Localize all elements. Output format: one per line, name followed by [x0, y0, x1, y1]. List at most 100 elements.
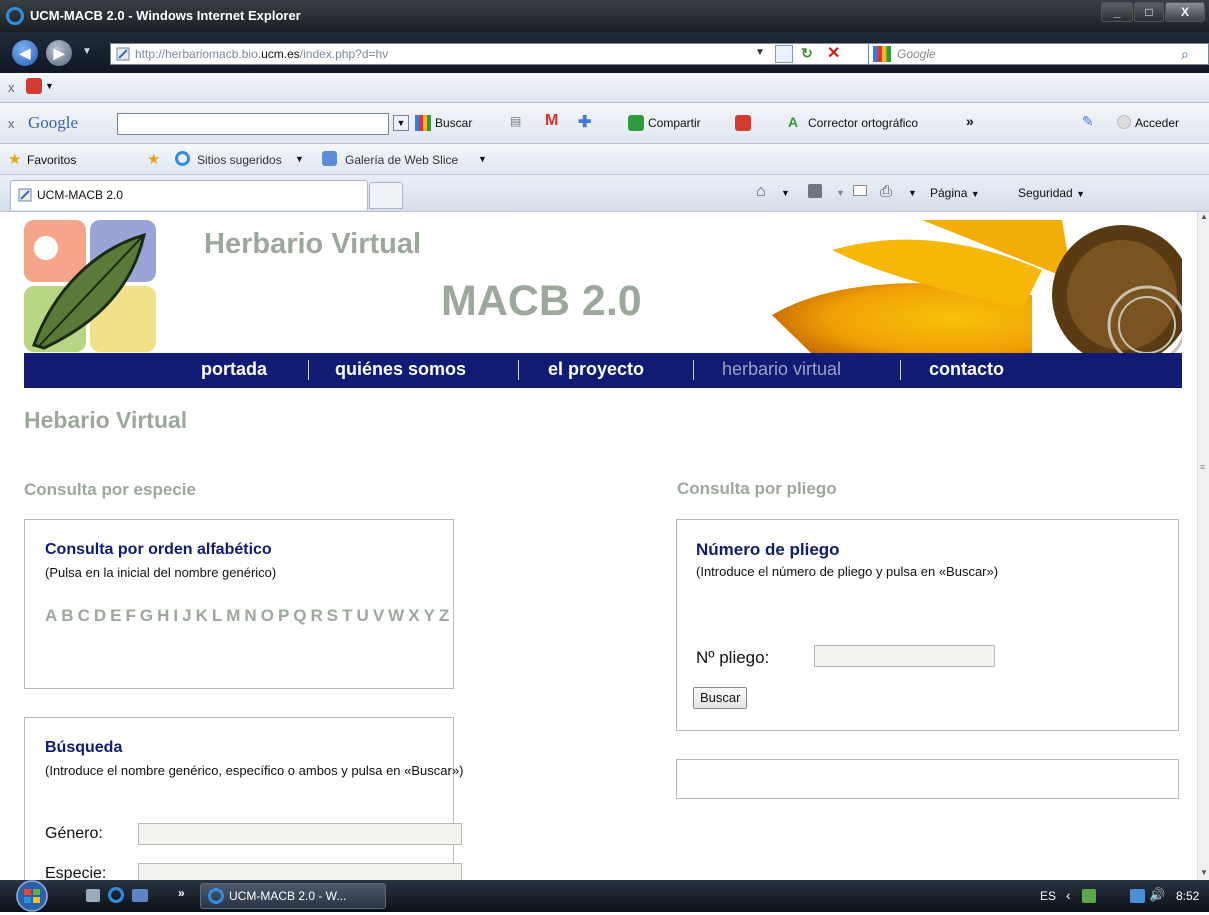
gmail-icon[interactable]: M	[545, 112, 558, 130]
translate-icon[interactable]	[735, 115, 751, 131]
genero-input[interactable]	[138, 823, 462, 845]
start-button[interactable]	[6, 880, 58, 912]
web-slice-icon	[322, 151, 337, 166]
scroll-down-icon[interactable]: ▼	[1200, 868, 1208, 877]
tray-expand-icon[interactable]: ‹	[1066, 887, 1071, 903]
letter-link[interactable]: L	[212, 606, 222, 626]
letter-link[interactable]: Z	[439, 606, 449, 626]
buscar-button[interactable]: Buscar	[693, 687, 748, 709]
print-icon[interactable]: ⎙	[880, 183, 892, 200]
maximize-button[interactable]: □	[1134, 2, 1164, 22]
letter-link[interactable]: H	[157, 606, 169, 626]
search-box[interactable]: Google ⌕	[868, 43, 1209, 65]
minimize-button[interactable]: _	[1101, 2, 1133, 22]
letter-link[interactable]: D	[94, 606, 106, 626]
sitios-sugeridos-link[interactable]: Sitios sugeridos	[197, 153, 282, 167]
scroll-up-icon[interactable]: ▲	[1200, 212, 1208, 221]
letter-link[interactable]: C	[78, 606, 90, 626]
quicklaunch-more-button[interactable]: »	[178, 886, 185, 900]
pagina-menu[interactable]: Página ▼	[930, 186, 980, 200]
plus-icon[interactable]: ✚	[578, 112, 591, 132]
letter-link[interactable]: J	[182, 606, 191, 626]
nav-el-proyecto[interactable]: el proyecto	[548, 359, 644, 380]
forward-button[interactable]: ▶	[46, 40, 72, 66]
clock[interactable]: 8:52	[1176, 889, 1199, 903]
letter-link[interactable]: Y	[424, 606, 435, 626]
close-toolbar-icon[interactable]: x	[8, 80, 15, 95]
tab-active[interactable]: UCM-MACB 2.0	[10, 180, 368, 210]
title-bar: UCM-MACB 2.0 - Windows Internet Explorer…	[0, 0, 1209, 32]
galeria-dropdown-icon[interactable]: ▼	[478, 154, 487, 164]
volume-icon[interactable]: 🔊	[1149, 887, 1165, 903]
google-search-input[interactable]	[117, 113, 389, 135]
nav-separator	[693, 360, 694, 380]
more-tools-button[interactable]: »	[966, 113, 974, 129]
acceder-button[interactable]: Acceder	[1135, 116, 1179, 130]
url-dropdown-icon[interactable]: ▼	[755, 47, 765, 58]
tray-app-icon[interactable]	[1082, 889, 1096, 903]
letter-link[interactable]: T	[342, 606, 352, 626]
letter-link[interactable]: X	[408, 606, 419, 626]
compartir-button[interactable]: Compartir	[648, 116, 701, 130]
galeria-link[interactable]: Galería de Web Slice	[345, 153, 458, 167]
wrench-icon[interactable]: ✎	[1082, 113, 1094, 130]
home-icon[interactable]: ⌂	[756, 183, 766, 201]
letter-link[interactable]: N	[244, 606, 256, 626]
nav-herbario-virtual[interactable]: herbario virtual	[722, 359, 841, 380]
news-icon[interactable]: ▤	[510, 114, 521, 128]
ie-quicklaunch-icon[interactable]	[108, 887, 124, 903]
letter-link[interactable]: K	[196, 606, 208, 626]
letter-link[interactable]: M	[226, 606, 240, 626]
addon-dropdown-icon[interactable]: ▼	[45, 81, 54, 91]
show-desktop-icon[interactable]	[86, 889, 100, 902]
page-icon	[116, 47, 130, 61]
letter-link[interactable]: S	[327, 606, 338, 626]
back-button[interactable]: ◀	[12, 40, 38, 66]
letter-link[interactable]: R	[311, 606, 323, 626]
sitios-dropdown-icon[interactable]: ▼	[295, 154, 304, 164]
letter-link[interactable]: G	[140, 606, 153, 626]
favoritos-button[interactable]: Favoritos	[27, 153, 76, 167]
corrector-button[interactable]: Corrector ortográfico	[808, 116, 918, 130]
nav-contacto[interactable]: contacto	[929, 359, 1004, 380]
especie-input[interactable]	[138, 863, 462, 880]
letter-link[interactable]: O	[261, 606, 274, 626]
window-title: UCM-MACB 2.0 - Windows Internet Explorer	[30, 8, 301, 23]
vertical-scrollbar[interactable]: ▲ ≡ ▼	[1197, 212, 1209, 880]
letter-link[interactable]: I	[173, 606, 178, 626]
letter-link[interactable]: V	[373, 606, 384, 626]
language-indicator[interactable]: ES	[1040, 889, 1056, 903]
letter-link[interactable]: F	[125, 606, 135, 626]
switch-windows-icon[interactable]	[132, 889, 148, 902]
close-google-toolbar-icon[interactable]: x	[8, 116, 15, 131]
buscar-toolbar-button[interactable]: Buscar	[435, 116, 472, 130]
pliego-input[interactable]	[814, 645, 995, 667]
letter-link[interactable]: Q	[293, 606, 306, 626]
stop-icon[interactable]: ✕	[827, 43, 840, 63]
compat-view-icon[interactable]	[775, 45, 793, 63]
letter-link[interactable]: U	[357, 606, 369, 626]
addon-icon[interactable]	[26, 78, 42, 94]
network-icon[interactable]	[1130, 889, 1145, 903]
google-dropdown-icon[interactable]: ▼	[393, 115, 409, 131]
taskbar-ie-window[interactable]: UCM-MACB 2.0 - W...	[200, 883, 386, 909]
feeds-dropdown-icon[interactable]: ▼	[836, 188, 845, 198]
close-button[interactable]: X	[1165, 2, 1205, 22]
new-tab-button[interactable]	[369, 182, 403, 209]
nav-portada[interactable]: portada	[201, 359, 267, 380]
add-favorite-icon[interactable]: ★	[147, 150, 160, 168]
seguridad-menu[interactable]: Seguridad ▼	[1018, 186, 1085, 200]
letter-link[interactable]: W	[388, 606, 404, 626]
letter-link[interactable]: E	[110, 606, 121, 626]
feeds-icon[interactable]	[808, 184, 822, 198]
history-dropdown-icon[interactable]: ▼	[82, 46, 92, 57]
letter-link[interactable]: B	[61, 606, 73, 626]
letter-link[interactable]: A	[45, 606, 57, 626]
search-icon[interactable]: ⌕	[1181, 44, 1189, 64]
nav-quienes-somos[interactable]: quiénes somos	[335, 359, 466, 380]
home-dropdown-icon[interactable]: ▼	[781, 188, 790, 198]
mail-icon[interactable]	[853, 185, 867, 196]
refresh-icon[interactable]: ↻	[801, 45, 813, 62]
letter-link[interactable]: P	[278, 606, 289, 626]
print-dropdown-icon[interactable]: ▼	[908, 188, 917, 198]
